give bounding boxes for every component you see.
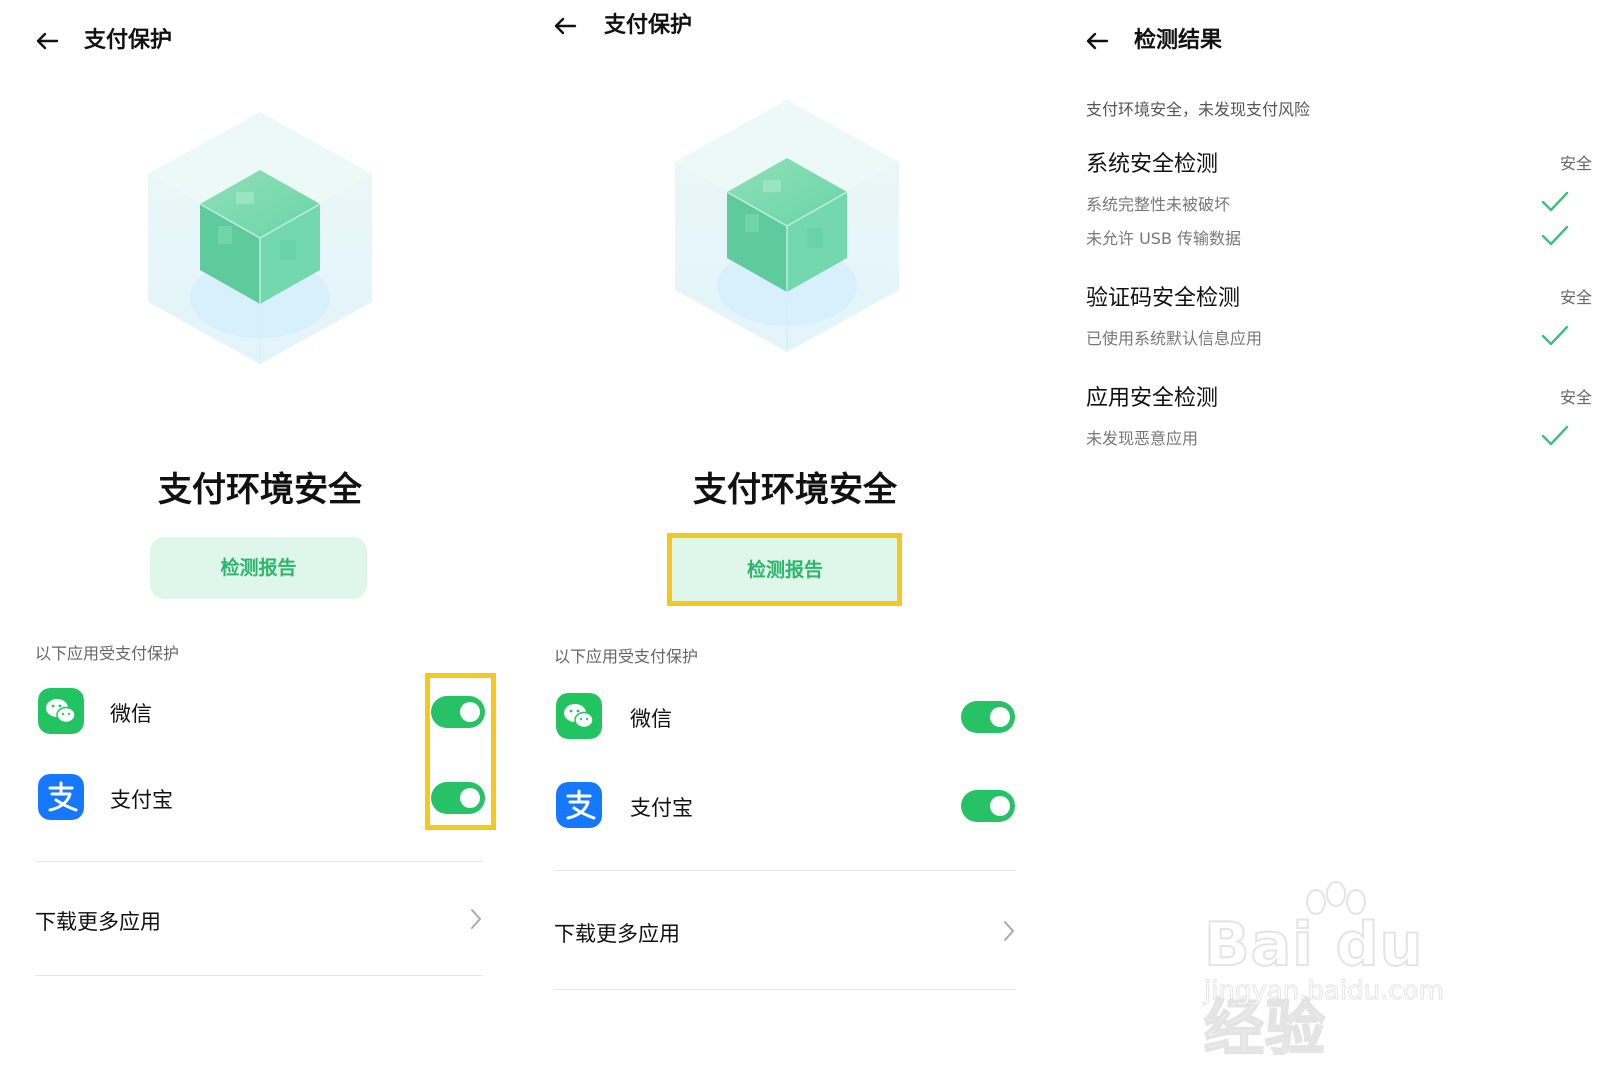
checkmark-icon xyxy=(1540,324,1570,348)
watermark-url: jingyan.baidu.com xyxy=(1204,976,1445,1007)
check-item: 未发现恶意应用 xyxy=(1086,429,1199,448)
checkmark-icon xyxy=(1540,424,1570,448)
wechat-icon xyxy=(556,693,602,739)
check-item: 未允许 USB 传输数据 xyxy=(1086,229,1242,248)
arrow-left-icon[interactable] xyxy=(30,24,64,58)
download-more-apps-row[interactable]: 下载更多应用 xyxy=(554,902,1018,962)
header: 检测结果 xyxy=(1060,24,1600,84)
chevron-right-icon xyxy=(467,906,485,932)
app-name: 支付宝 xyxy=(110,788,173,812)
highlight-box xyxy=(667,533,902,606)
divider xyxy=(554,870,1016,871)
category-title: 验证码安全检测 xyxy=(1086,286,1241,311)
category-status: 安全 xyxy=(1559,388,1592,407)
arrow-left-icon[interactable] xyxy=(548,9,582,43)
page-title: 支付保护 xyxy=(604,13,693,38)
chevron-right-icon xyxy=(1000,918,1018,944)
alipay-icon xyxy=(556,782,602,828)
shield-cube-icon xyxy=(667,96,907,356)
category-status: 安全 xyxy=(1559,154,1592,173)
category-title: 系统安全检测 xyxy=(1086,152,1219,177)
header: 支付保护 xyxy=(530,9,1060,69)
check-item: 系统完整性未被破坏 xyxy=(1086,195,1231,214)
download-more-label: 下载更多应用 xyxy=(35,910,161,934)
header: 支付保护 xyxy=(0,24,530,84)
app-name: 微信 xyxy=(630,707,672,731)
checkmark-icon xyxy=(1540,224,1570,248)
alipay-icon xyxy=(38,774,84,820)
app-name: 微信 xyxy=(110,702,152,726)
shield-cube-icon xyxy=(140,108,380,368)
checkmark-icon xyxy=(1540,190,1570,214)
payment-protection-panel-1: 支付保护 支付环境安全 检测报告 以下应用受支付保护 微信 支付宝 下载更多应用 xyxy=(0,0,530,1066)
divider xyxy=(554,989,1016,990)
status-title: 支付环境安全 xyxy=(693,470,897,510)
divider xyxy=(35,975,483,976)
app-row-wechat: 微信 xyxy=(530,683,1060,753)
baidu-jingyan-watermark: Bai du 经验 jingyan.baidu.com xyxy=(1200,880,1500,1065)
category-title: 应用安全检测 xyxy=(1086,386,1219,411)
section-label: 以下应用受支付保护 xyxy=(554,647,699,666)
toggle-knob xyxy=(990,707,1010,727)
wechat-toggle[interactable] xyxy=(961,701,1015,733)
divider xyxy=(35,861,483,862)
wechat-icon xyxy=(38,688,84,734)
payment-protection-panel-2: 支付保护 支付环境安全 检测报告 以下应用受支付保护 微信 支付宝 下载更多应用 xyxy=(530,0,1060,1066)
toggle-knob xyxy=(990,796,1010,816)
download-more-label: 下载更多应用 xyxy=(554,922,680,946)
download-more-apps-row[interactable]: 下载更多应用 xyxy=(35,890,485,950)
page-title: 检测结果 xyxy=(1134,28,1223,53)
result-summary: 支付环境安全，未发现支付风险 xyxy=(1086,100,1311,119)
check-item: 已使用系统默认信息应用 xyxy=(1086,329,1263,348)
page-title: 支付保护 xyxy=(84,28,173,53)
alipay-toggle[interactable] xyxy=(961,790,1015,822)
section-label: 以下应用受支付保护 xyxy=(35,644,180,663)
arrow-left-icon[interactable] xyxy=(1080,24,1114,58)
status-title: 支付环境安全 xyxy=(158,470,362,510)
app-name: 支付宝 xyxy=(630,796,693,820)
highlight-box xyxy=(425,673,496,830)
report-button[interactable]: 检测报告 xyxy=(150,537,367,599)
app-row-alipay: 支付宝 xyxy=(530,772,1060,842)
category-status: 安全 xyxy=(1559,288,1592,307)
